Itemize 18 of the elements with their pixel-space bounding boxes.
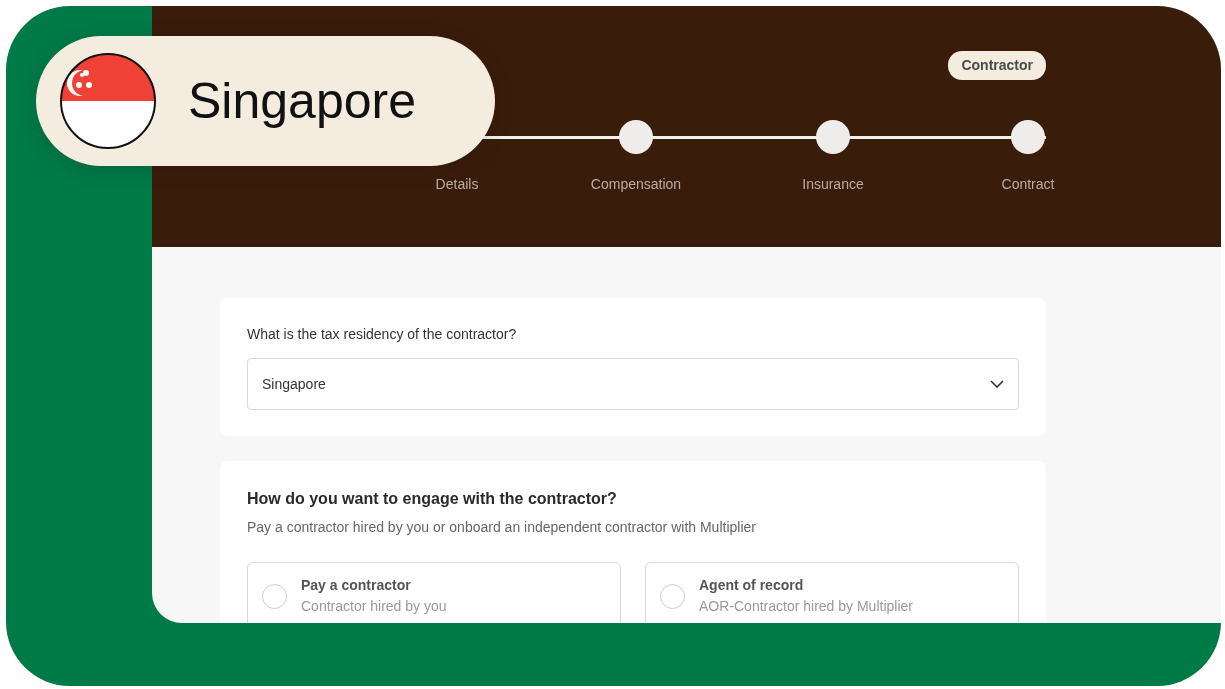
engagement-subtitle: Pay a contractor hired by you or onboard an independent contractor with Multiplier (247, 518, 757, 537)
country-label: Singapore (188, 71, 416, 131)
residency-dropdown[interactable]: Singapore (247, 358, 1019, 410)
engagement-option[interactable]: Agent of record AOR-Contractor hired by Multiplier (645, 562, 1019, 623)
role-tag: Contractor (948, 51, 1046, 80)
flag-icon (60, 53, 156, 149)
step-label: Contract (1001, 175, 1055, 194)
option-title: Pay a contractor (301, 576, 412, 595)
step-label: Insurance (802, 175, 864, 194)
option-subtitle: Contractor hired by you (301, 597, 447, 616)
chevron-down-icon (990, 380, 1004, 388)
option-subtitle: AOR-Contractor hired by Multiplier (699, 597, 913, 616)
step-label: Details (435, 175, 479, 194)
engagement-option[interactable]: Pay a contractor Contractor hired by you (247, 562, 621, 623)
option-title: Agent of record (699, 576, 805, 595)
engagement-title: How do you want to engage with the contractor? (247, 489, 618, 509)
question-label: What is the tax residency of the contractor? (247, 325, 518, 344)
step-label: Compensation (590, 175, 682, 194)
